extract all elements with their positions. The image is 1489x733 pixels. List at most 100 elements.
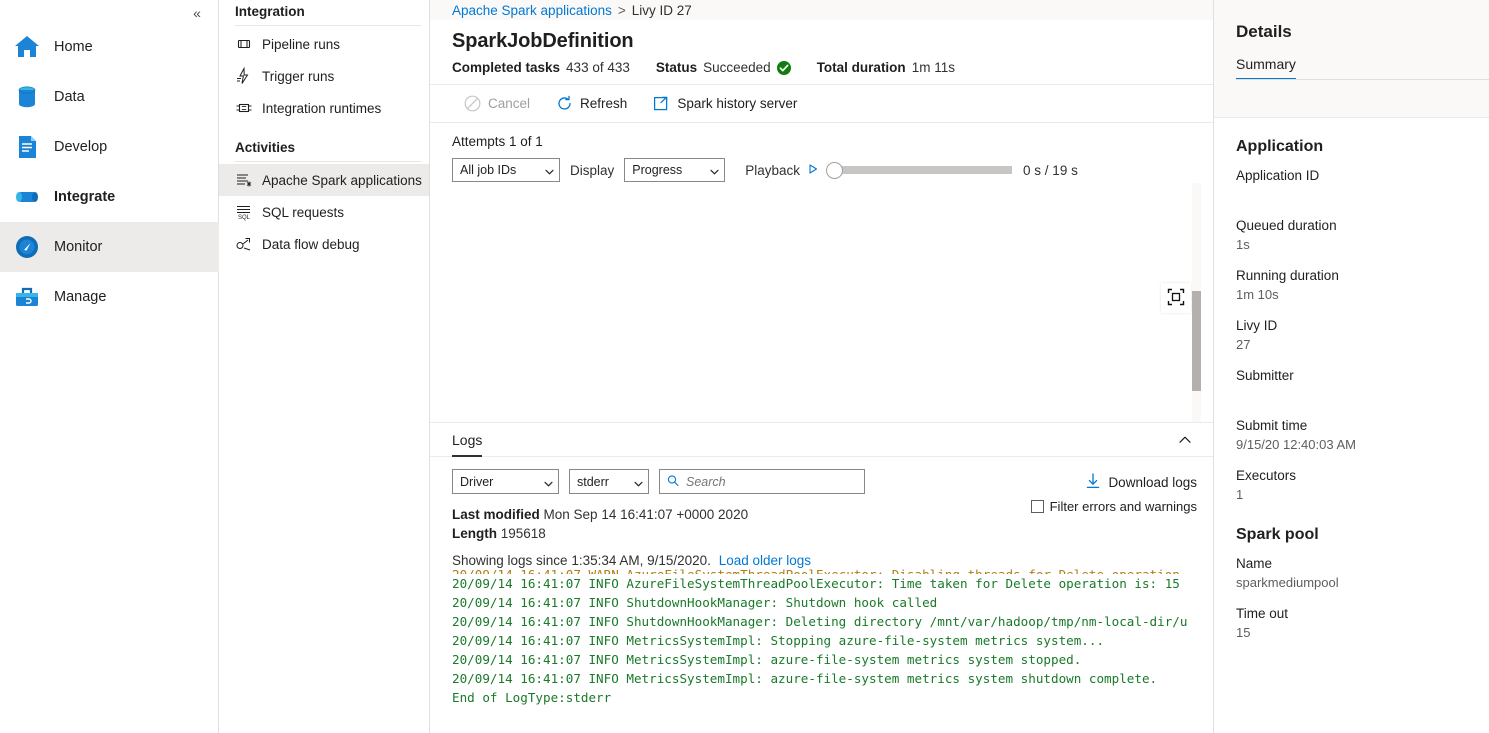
monitor-nav-apache-spark-applications[interactable]: Apache Spark applications — [219, 164, 429, 196]
nav-item-label: Monitor — [54, 239, 102, 255]
details-field-value: 1 — [1236, 485, 1489, 504]
total-duration-value: 1m 11s — [912, 60, 955, 75]
tab-summary[interactable]: Summary — [1236, 56, 1296, 80]
filter-errors-checkbox[interactable]: Filter errors and warnings — [1031, 499, 1197, 514]
integration-runtimes-icon — [235, 99, 253, 117]
cancel-icon — [464, 95, 481, 112]
details-field: Executors1 — [1236, 466, 1489, 504]
details-field-value: 9/15/20 12:40:03 AM — [1236, 435, 1489, 454]
nav-item-home[interactable]: Home — [0, 22, 219, 72]
database-icon — [12, 82, 42, 112]
details-field: Running duration1m 10s — [1236, 266, 1489, 304]
details-field-key: Submit time — [1236, 416, 1489, 435]
details-tab-rule — [1236, 79, 1489, 80]
spark-history-server-label: Spark history server — [677, 96, 797, 111]
monitor-nav-trigger-runs[interactable]: Trigger runs — [219, 60, 429, 92]
external-link-icon — [653, 95, 670, 112]
page-title: SparkJobDefinition — [452, 30, 1213, 53]
monitor-nav-label: Pipeline runs — [262, 37, 340, 52]
details-section-heading: Spark pool — [1236, 526, 1489, 544]
details-field: Submitter — [1236, 366, 1489, 404]
page-header: SparkJobDefinition Completed tasks 433 o… — [430, 20, 1213, 85]
home-icon — [12, 32, 42, 62]
last-modified-label: Last modified — [452, 507, 540, 522]
monitor-nav-label: Apache Spark applications — [262, 173, 422, 188]
graph-canvas[interactable]: Stage 2 (Skipped) csv at NativeMethodAcc… — [430, 123, 1213, 425]
monitor-nav-pane: Integration Pipeline runs Trigger runs Inte… — [219, 0, 430, 733]
trigger-runs-icon — [235, 67, 253, 85]
collapse-nav-icon[interactable]: « — [186, 2, 208, 24]
monitor-nav-data-flow-debug[interactable]: Data flow debug — [219, 228, 429, 260]
spark-history-server-button[interactable]: Spark history server — [641, 88, 811, 120]
nav-item-monitor[interactable]: Monitor — [0, 222, 219, 272]
download-logs-button[interactable]: Download logs — [1086, 473, 1197, 492]
log-search-input[interactable] — [686, 470, 864, 493]
last-modified-value: Mon Sep 14 16:41:07 +0000 2020 — [544, 507, 749, 522]
job-summary-line: Completed tasks 433 of 433 Status Succee… — [452, 60, 1213, 75]
logs-tabstrip: Logs — [430, 423, 1213, 457]
log-line: 20/09/14 16:41:07 INFO ShutdownHookManag… — [452, 612, 1213, 631]
primary-nav-rail: « HomeDataDevelop Integrate Monitor Manage — [0, 0, 219, 733]
log-stream-value: stderr — [577, 475, 609, 489]
logs-panel: Logs Driver stderr — [430, 422, 1213, 733]
details-field-key: Name — [1236, 554, 1489, 573]
nav-item-label: Integrate — [54, 189, 115, 205]
pipeline-icon — [12, 182, 42, 212]
details-panel: Details Summary ApplicationApplication I… — [1213, 0, 1489, 733]
graph-vertical-scrollbar[interactable] — [1192, 183, 1201, 425]
details-field-value: 27 — [1236, 335, 1489, 354]
monitor-nav-label: Integration runtimes — [262, 101, 381, 116]
log-line: 20/09/14 16:41:07 INFO MetricsSystemImpl… — [452, 669, 1213, 688]
nav-item-develop[interactable]: Develop — [0, 122, 219, 172]
details-field-key: Submitter — [1236, 366, 1489, 385]
download-icon — [1086, 473, 1100, 492]
nav-item-manage[interactable]: Manage — [0, 272, 219, 322]
log-source-value: Driver — [460, 475, 493, 489]
chevron-up-icon[interactable] — [1175, 430, 1195, 450]
breadcrumb-link-spark-applications[interactable]: Apache Spark applications — [452, 3, 612, 18]
breadcrumb: Apache Spark applications > Livy ID 27 — [430, 0, 1213, 20]
log-line: 20/09/14 16:41:07 INFO MetricsSystemImpl… — [452, 650, 1213, 669]
details-field: Queued duration1s — [1236, 216, 1489, 254]
length-value: 195618 — [501, 526, 546, 541]
monitor-nav-groups: Integration Pipeline runs Trigger runs Inte… — [219, 0, 429, 260]
log-line: End of LogType:stderr — [452, 688, 1213, 707]
log-stream-select[interactable]: stderr — [569, 469, 649, 494]
log-output[interactable]: 20/09/14 16:41:07 WARN AzureFileSystemTh… — [430, 565, 1213, 733]
details-field-key: Time out — [1236, 604, 1489, 623]
monitor-nav-pipeline-runs[interactable]: Pipeline runs — [219, 28, 429, 60]
monitor-gauge-icon — [12, 232, 42, 262]
log-source-select[interactable]: Driver — [452, 469, 559, 494]
log-line: 20/09/14 16:41:07 INFO ShutdownHookManag… — [452, 593, 1213, 612]
monitor-nav-label: SQL requests — [262, 205, 344, 220]
chevron-down-icon — [544, 477, 553, 486]
details-field-value — [1236, 185, 1489, 204]
search-icon — [667, 474, 679, 489]
breadcrumb-current: Livy ID 27 — [632, 3, 692, 18]
graph-scrollbar-thumb[interactable] — [1192, 291, 1201, 391]
log-line: 20/09/14 16:41:07 INFO MetricsSystemImpl… — [452, 631, 1213, 650]
tab-logs[interactable]: Logs — [452, 423, 482, 457]
details-header: Details Summary — [1214, 0, 1489, 118]
completed-tasks-value: 433 of 433 — [566, 60, 630, 75]
monitor-nav-sql-requests[interactable]: SQLSQL requests — [219, 196, 429, 228]
details-field-key: Application ID — [1236, 166, 1489, 185]
nav-group-title: Integration — [219, 0, 429, 25]
details-field-key: Queued duration — [1236, 216, 1489, 235]
details-field-key: Livy ID — [1236, 316, 1489, 335]
nav-item-data[interactable]: Data — [0, 72, 219, 122]
refresh-icon — [556, 95, 573, 112]
log-search-box[interactable] — [659, 469, 865, 494]
monitor-nav-integration-runtimes[interactable]: Integration runtimes — [219, 92, 429, 124]
log-line: 20/09/14 16:41:07 INFO AzureFileSystemTh… — [452, 574, 1213, 593]
checkbox-box[interactable] — [1031, 500, 1044, 513]
details-field-value: 1s — [1236, 235, 1489, 254]
details-field-value: sparkmediumpool — [1236, 573, 1489, 592]
details-field-value: 1m 10s — [1236, 285, 1489, 304]
nav-item-integrate[interactable]: Integrate — [0, 172, 219, 222]
details-field-key: Executors — [1236, 466, 1489, 485]
job-graph-panel: Attempts 1 of 1 All job IDs Display Prog… — [430, 123, 1213, 425]
cancel-button[interactable]: Cancel — [452, 88, 544, 120]
details-tabstrip: Summary — [1214, 42, 1489, 80]
refresh-button[interactable]: Refresh — [544, 88, 641, 120]
